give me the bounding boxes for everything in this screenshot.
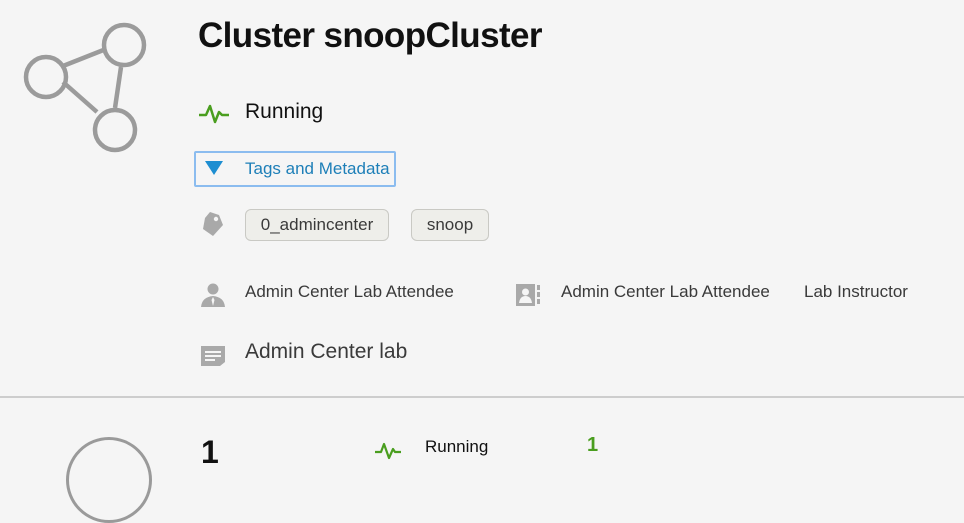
- user-icon: [201, 283, 225, 307]
- tags-metadata-label: Tags and Metadata: [245, 159, 390, 178]
- owner-text: Admin Center Lab Attendee: [245, 282, 454, 301]
- status-running-icon: [199, 104, 229, 124]
- note-text: Admin Center lab: [245, 340, 408, 363]
- status-text: Running: [245, 100, 324, 123]
- contact-role: Lab Instructor: [804, 282, 908, 301]
- divider: [0, 396, 964, 398]
- tag-icon: [203, 212, 223, 236]
- chevron-down-icon: [205, 161, 223, 175]
- status-running-icon: [375, 442, 401, 460]
- cluster-icon: [23, 22, 147, 153]
- contact-name: Admin Center Lab Attendee: [561, 282, 770, 301]
- tag-chip[interactable]: 0_admincenter: [245, 209, 389, 241]
- row-number: 1: [201, 434, 219, 470]
- tags-metadata-toggle[interactable]: Tags and Metadata: [194, 151, 396, 187]
- note-icon: [201, 346, 225, 366]
- contact-card-icon: [516, 284, 540, 306]
- row-status-text: Running: [425, 437, 489, 456]
- row-count: 1: [587, 434, 599, 456]
- row-cluster-icon: [66, 437, 152, 523]
- page-title: Cluster snoopCluster: [198, 16, 542, 55]
- tag-chip[interactable]: snoop: [411, 209, 489, 241]
